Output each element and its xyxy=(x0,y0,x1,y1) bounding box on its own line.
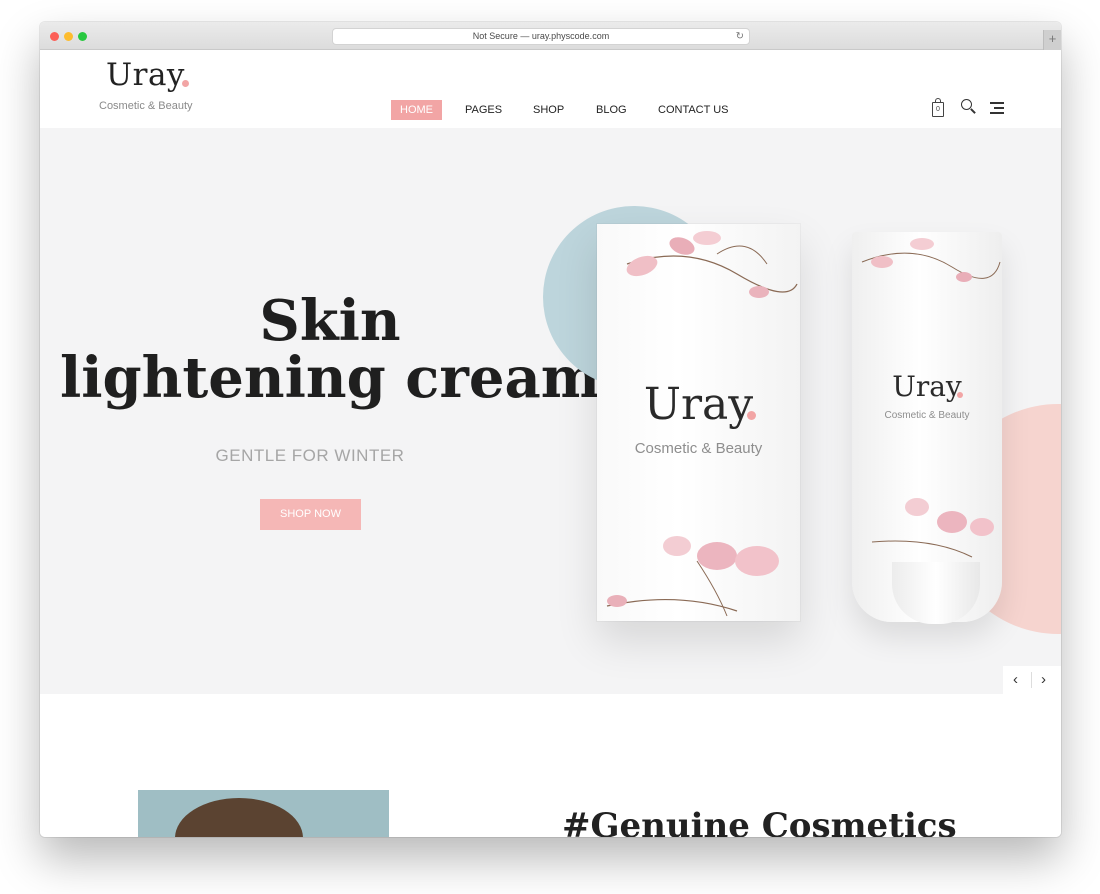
product-tube-image: Uray Cosmetic & Beauty xyxy=(852,232,1002,624)
reload-icon[interactable]: ↻ xyxy=(736,29,744,44)
nav-contact[interactable]: CONTACT US xyxy=(658,100,729,120)
slider-divider xyxy=(1031,672,1032,688)
minimize-window-button[interactable] xyxy=(64,32,73,41)
magnolia-bloom-icon xyxy=(871,498,994,558)
slider-nav: ‹ › xyxy=(1003,666,1061,694)
prev-slide-icon[interactable]: ‹ xyxy=(1013,671,1018,688)
tube-tagline-text: Cosmetic & Beauty xyxy=(884,410,970,421)
portrait-image xyxy=(138,790,389,837)
site-header: Uray Cosmetic & Beauty HOME PAGES SHOP B… xyxy=(40,50,1061,128)
hero-subtitle: GENTLE FOR WINTER xyxy=(215,446,405,465)
portrait-hair xyxy=(175,798,303,837)
box-brand-dot xyxy=(747,411,756,420)
search-icon[interactable] xyxy=(961,99,977,115)
product-box-image: Uray Cosmetic & Beauty xyxy=(597,224,800,621)
address-bar[interactable]: Not Secure — uray.physcode.com ↻ xyxy=(332,28,750,45)
new-tab-button[interactable]: + xyxy=(1043,30,1061,50)
nav-shop[interactable]: SHOP xyxy=(533,100,564,120)
tube-brand-text: Uray xyxy=(892,370,962,403)
hero-title-line1: Skin xyxy=(259,288,401,354)
logo-dot xyxy=(182,80,189,87)
browser-window: Not Secure — uray.physcode.com ↻ + Uray … xyxy=(40,22,1061,837)
nav-blog[interactable]: BLOG xyxy=(596,100,627,120)
logo[interactable]: Uray xyxy=(106,57,185,93)
tube-brand-dot xyxy=(957,392,963,398)
hero-title-line2: lightening cream xyxy=(59,345,601,411)
browser-titlebar: Not Secure — uray.physcode.com ↻ + xyxy=(40,22,1061,50)
close-window-button[interactable] xyxy=(50,32,59,41)
section-heading: #Genuine Cosmetics xyxy=(562,806,957,837)
magnolia-branch-icon xyxy=(861,238,1001,282)
menu-icon[interactable] xyxy=(990,102,1004,117)
cart-count: 0 xyxy=(936,106,940,113)
shop-now-button[interactable]: SHOP NOW xyxy=(260,499,361,530)
address-text: Not Secure — uray.physcode.com xyxy=(472,31,610,41)
box-tagline-text: Cosmetic & Beauty xyxy=(634,440,763,457)
next-slide-icon[interactable]: › xyxy=(1041,671,1046,688)
magnolia-bloom-icon xyxy=(606,536,779,617)
nav-pages[interactable]: PAGES xyxy=(465,100,502,120)
nav-home[interactable]: HOME xyxy=(391,100,442,120)
box-brand-text: Uray xyxy=(643,379,754,430)
tube-cap xyxy=(892,562,980,624)
bag-icon[interactable]: 0 xyxy=(932,98,944,117)
magnolia-branch-icon xyxy=(626,231,798,298)
logo-tagline: Cosmetic & Beauty xyxy=(99,100,193,112)
zoom-window-button[interactable] xyxy=(78,32,87,41)
hero-title: Skin lightening cream xyxy=(40,293,620,407)
hero-slider: Skin lightening cream GENTLE FOR WINTER … xyxy=(40,128,1061,694)
genuine-section: #Genuine Cosmetics xyxy=(40,694,1061,837)
